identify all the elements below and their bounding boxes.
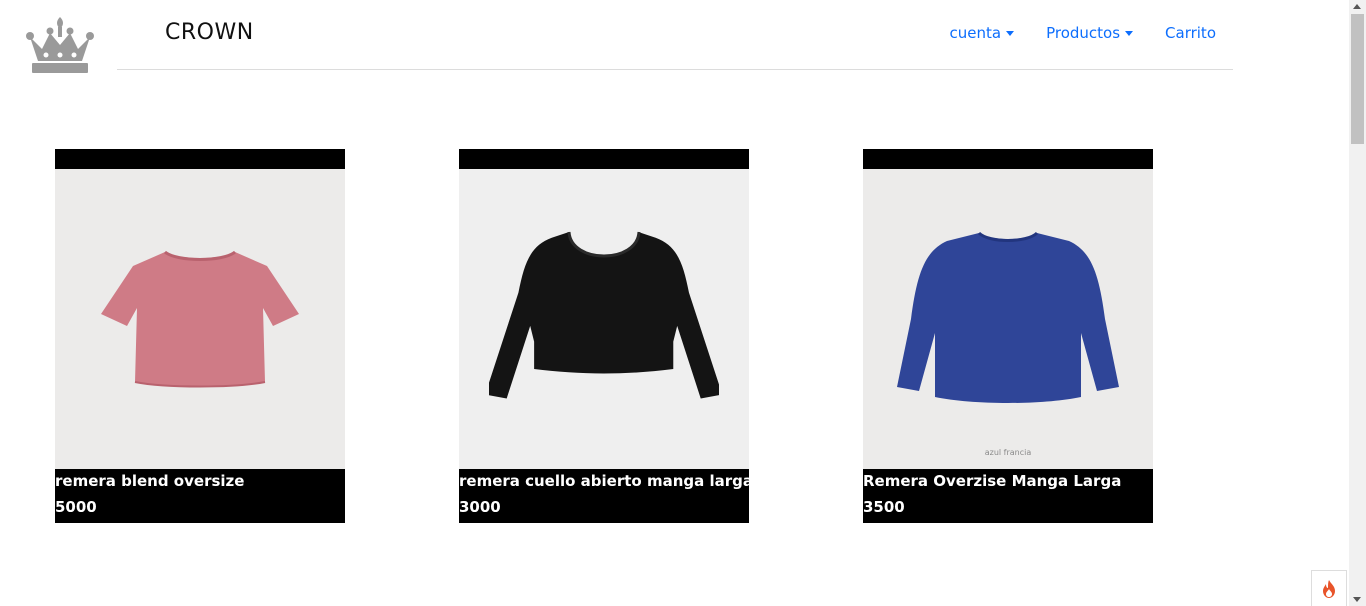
scroll-thumb[interactable]	[1351, 14, 1364, 144]
main-nav: cuenta Productos Carrito	[950, 24, 1216, 42]
product-name[interactable]: Remera Overzise Manga Larga	[863, 469, 1153, 492]
product-grid: remera blend oversize 5000 remera cuello…	[55, 149, 1153, 523]
image-caption: azul francia	[984, 448, 1032, 457]
product-name[interactable]: remera cuello abierto manga larga	[459, 469, 753, 492]
product-card[interactable]: remera blend oversize 5000	[55, 149, 345, 523]
scroll-up-icon[interactable]	[1353, 4, 1361, 9]
product-name[interactable]: remera blend oversize	[55, 469, 345, 492]
header-divider	[117, 69, 1233, 70]
nav-productos-dropdown[interactable]: Productos	[1046, 24, 1134, 42]
caret-down-icon	[1006, 30, 1015, 36]
product-image-blue-longsleeve[interactable]: azul francia	[863, 169, 1153, 469]
brand-title[interactable]: CROWN	[165, 20, 254, 45]
fire-icon[interactable]	[1311, 570, 1347, 606]
product-price: 3500	[863, 498, 905, 516]
nav-carrito-link[interactable]: Carrito	[1165, 24, 1216, 42]
vertical-scrollbar[interactable]	[1349, 0, 1366, 606]
nav-label: cuenta	[949, 24, 1002, 42]
product-price: 5000	[55, 498, 97, 516]
product-card[interactable]: remera cuello abierto manga larga 3000	[459, 149, 753, 523]
product-price: 3000	[459, 498, 501, 516]
nav-cuenta-dropdown[interactable]: cuenta	[950, 24, 1015, 42]
nav-label: Productos	[1046, 24, 1121, 42]
product-image-black-crop-longsleeve[interactable]	[459, 169, 749, 469]
scroll-down-icon[interactable]	[1353, 597, 1361, 602]
nav-label: Carrito	[1165, 24, 1216, 42]
product-image-pink-tshirt[interactable]	[55, 169, 345, 469]
caret-down-icon	[1125, 30, 1134, 36]
crown-logo-icon[interactable]	[24, 15, 96, 75]
page: CROWN cuenta Productos Carrito remera bl…	[0, 0, 1366, 606]
product-card[interactable]: azul francia Remera Overzise Manga Larga…	[863, 149, 1153, 523]
